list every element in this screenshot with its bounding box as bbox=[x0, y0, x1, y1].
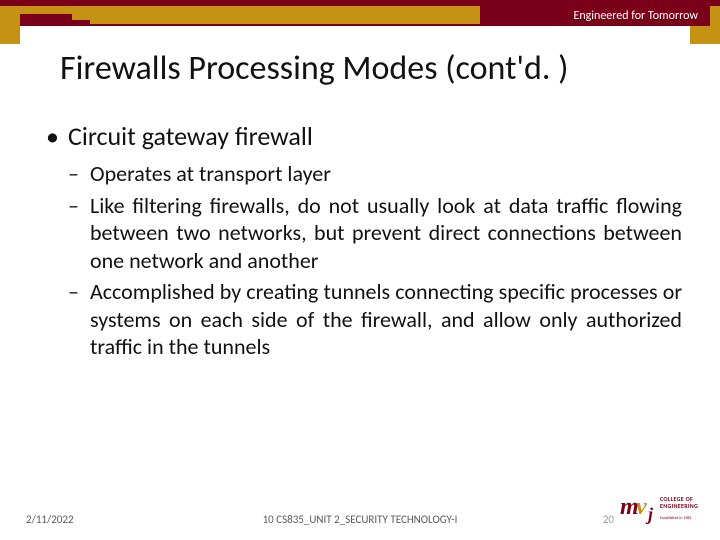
logo-letter-v: v bbox=[636, 494, 647, 521]
bullet-level2: Like filtering firewalls, do not usually… bbox=[68, 192, 682, 275]
bullet-level2: Operates at transport layer bbox=[68, 160, 682, 188]
slide: Engineered for Tomorrow Firewalls Proces… bbox=[0, 0, 720, 540]
slide-body: Circuit gateway firewall Operates at tra… bbox=[46, 120, 682, 369]
bullet-text: Circuit gateway firewall bbox=[68, 120, 313, 152]
bullet-level2: Accomplished by creating tunnels connect… bbox=[68, 278, 682, 361]
logo-sub: Established in 1982 bbox=[660, 516, 691, 521]
logo-letter-j: j bbox=[648, 504, 653, 525]
mvj-logo: m v j COLLEGE OF ENGINEERING Established… bbox=[620, 492, 706, 530]
header-tagline: Engineered for Tomorrow bbox=[480, 6, 710, 26]
logo-line2: ENGINEERING bbox=[660, 502, 698, 510]
slide-title: Firewalls Processing Modes (cont'd. ) bbox=[60, 48, 568, 89]
footer-page: 20 bbox=[603, 513, 614, 526]
logo-text: COLLEGE OF ENGINEERING bbox=[660, 496, 698, 509]
bullet-level1: Circuit gateway firewall Operates at tra… bbox=[46, 120, 682, 361]
mvj-logo-mark: m v j bbox=[620, 492, 656, 528]
